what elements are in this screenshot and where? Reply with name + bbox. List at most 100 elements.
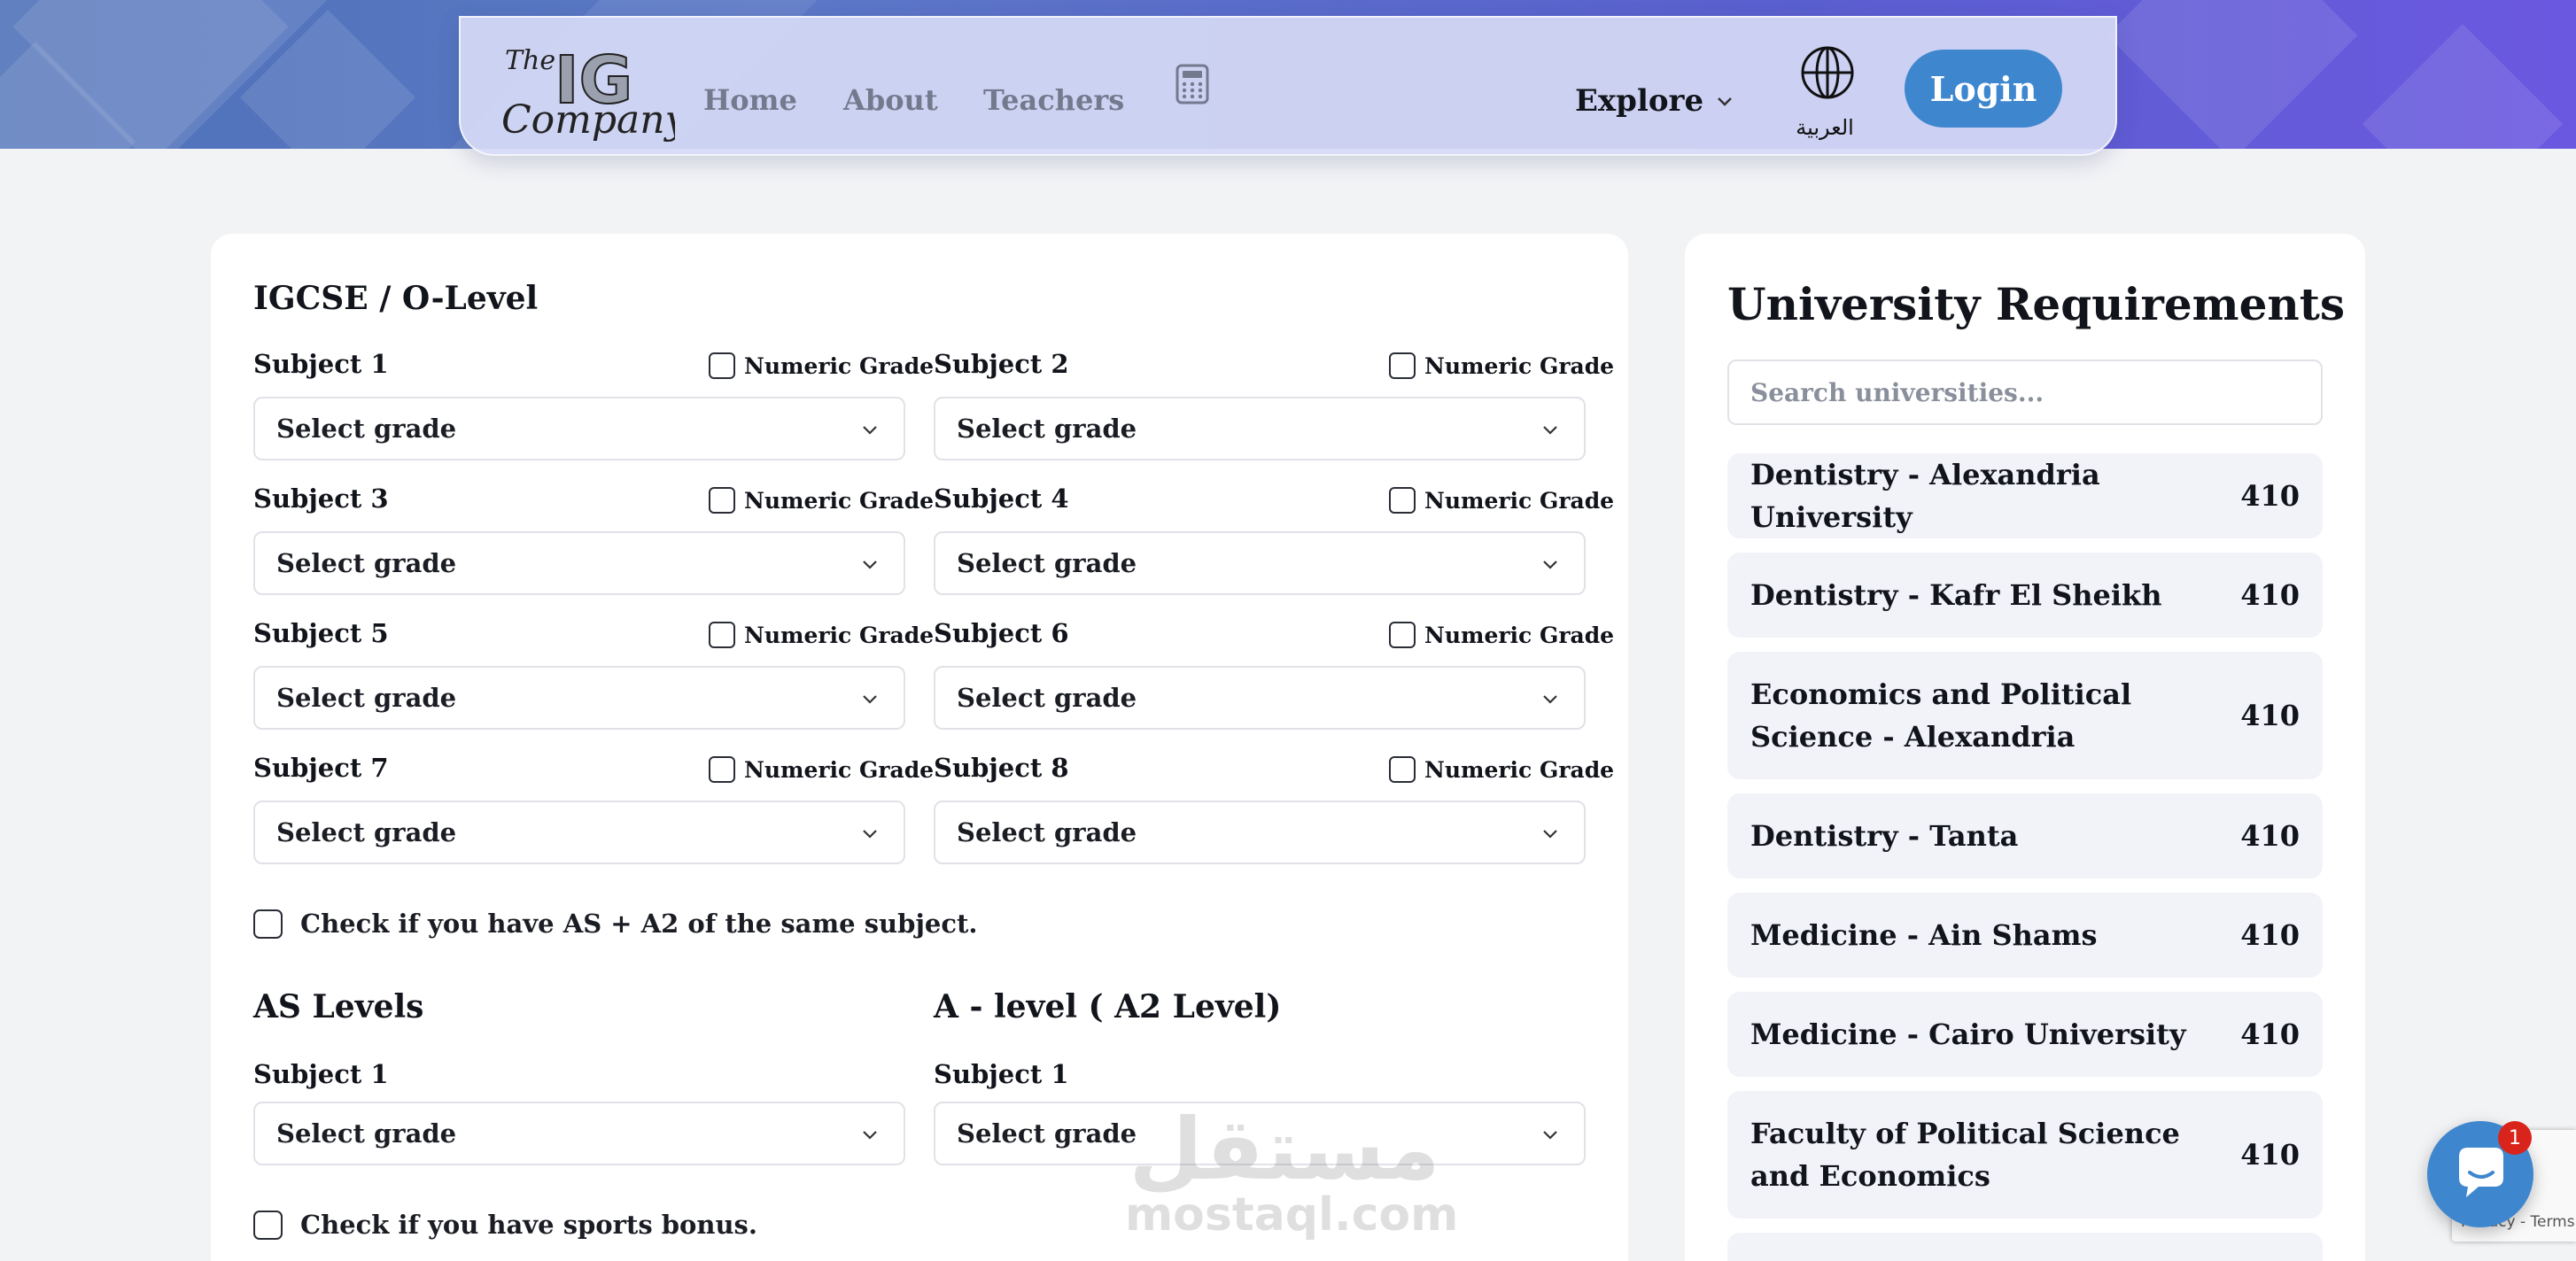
subject-7-label: Subject 7 xyxy=(253,753,389,783)
chevron-down-icon xyxy=(863,1131,877,1140)
subject-2-numeric-toggle[interactable]: Numeric Grade xyxy=(1389,352,1614,379)
select-placeholder: Select grade xyxy=(276,817,457,847)
a2-subject-1-label: Subject 1 xyxy=(934,1059,1069,1089)
chevron-down-icon xyxy=(863,695,877,704)
subject-8-numeric-toggle[interactable]: Numeric Grade xyxy=(1389,756,1614,783)
university-item[interactable]: Dentistry - Alexandria University 410 xyxy=(1727,453,2323,538)
subject-6-grade-select[interactable]: Select grade xyxy=(934,666,1586,730)
subject-5-grade-select[interactable]: Select grade xyxy=(253,666,905,730)
university-name: Dentistry - Kafr El Sheikh xyxy=(1750,578,2162,612)
checkbox[interactable] xyxy=(709,756,735,783)
subject-1-label: Subject 1 xyxy=(253,349,389,379)
checkbox[interactable] xyxy=(1389,487,1416,514)
subject-3-grade-select[interactable]: Select grade xyxy=(253,531,905,595)
language-switcher[interactable]: العربية xyxy=(1791,44,1858,140)
as-subject-1-grade-select[interactable]: Select grade xyxy=(253,1102,905,1165)
checkbox[interactable] xyxy=(709,622,735,648)
explore-label: Explore xyxy=(1575,83,1704,119)
select-placeholder: Select grade xyxy=(957,817,1137,847)
checkbox[interactable] xyxy=(1389,756,1416,783)
numeric-label: Numeric Grade xyxy=(1424,756,1615,783)
select-placeholder: Select grade xyxy=(957,683,1137,713)
watermark-arabic: مستقل xyxy=(1129,1100,1440,1199)
calculator-icon[interactable] xyxy=(1175,64,1210,104)
subject-7-grade-select[interactable]: Select grade xyxy=(253,801,905,864)
university-score: 410 xyxy=(2240,578,2300,612)
nav-link-teachers[interactable]: Teachers xyxy=(983,83,1124,117)
checkbox[interactable] xyxy=(709,487,735,514)
a-levels-title: A - level ( A2 Level) xyxy=(934,988,1282,1025)
university-item[interactable]: Medicine - Ain Shams 410 xyxy=(1727,893,2323,978)
university-item[interactable] xyxy=(1727,1233,2323,1261)
university-name: Faculty of Political Science and Economi… xyxy=(1750,1117,2180,1193)
subject-1-numeric-toggle[interactable]: Numeric Grade xyxy=(709,352,934,379)
nav-link-home[interactable]: Home xyxy=(703,83,797,117)
navbar: The IG Company Home About Teachers Explo… xyxy=(459,16,2117,156)
as-levels-title: AS Levels xyxy=(253,988,424,1025)
sports-bonus-label: Check if you have sports bonus. xyxy=(300,1210,757,1240)
subject-8-grade-select[interactable]: Select grade xyxy=(934,801,1586,864)
igcse-title: IGCSE / O-Level xyxy=(253,280,539,317)
logo-line2: Company xyxy=(501,97,675,143)
select-placeholder: Select grade xyxy=(957,548,1137,578)
university-score: 410 xyxy=(2240,1138,2300,1172)
numeric-label: Numeric Grade xyxy=(1424,352,1615,379)
university-score: 410 xyxy=(2240,699,2300,732)
chevron-down-icon xyxy=(1718,97,1732,106)
subject-4-grade-select[interactable]: Select grade xyxy=(934,531,1586,595)
checkbox[interactable] xyxy=(1389,622,1416,648)
numeric-label: Numeric Grade xyxy=(744,352,935,379)
university-name: Medicine - Cairo University xyxy=(1750,1017,2186,1051)
subject-4-numeric-toggle[interactable]: Numeric Grade xyxy=(1389,487,1614,514)
university-score: 410 xyxy=(2240,819,2300,853)
university-search-input[interactable] xyxy=(1727,360,2323,425)
university-requirements-card: University Requirements Dentistry - Alex… xyxy=(1685,234,2365,1261)
checkbox[interactable] xyxy=(709,352,735,379)
university-name: Dentistry - Tanta xyxy=(1750,819,2019,853)
university-name: Economics and Political Science - Alexan… xyxy=(1750,677,2132,754)
university-item[interactable]: Dentistry - Tanta 410 xyxy=(1727,793,2323,878)
same-subject-checkbox-row[interactable]: Check if you have AS + A2 of the same su… xyxy=(253,909,977,939)
sports-bonus-checkbox-row[interactable]: Check if you have sports bonus. xyxy=(253,1210,757,1240)
sports-bonus-checkbox[interactable] xyxy=(253,1210,283,1240)
as-subject-1-label: Subject 1 xyxy=(253,1059,389,1089)
numeric-label: Numeric Grade xyxy=(744,487,935,514)
subject-6-numeric-toggle[interactable]: Numeric Grade xyxy=(1389,622,1614,648)
login-button[interactable]: Login xyxy=(1905,50,2062,128)
subject-3-numeric-toggle[interactable]: Numeric Grade xyxy=(709,487,934,514)
university-item[interactable]: Medicine - Cairo University 410 xyxy=(1727,992,2323,1077)
same-subject-checkbox[interactable] xyxy=(253,909,283,939)
subject-1-grade-select[interactable]: Select grade xyxy=(253,397,905,460)
chevron-down-icon xyxy=(1543,426,1557,435)
watermark: مستقل mostaql.com xyxy=(1125,1100,1459,1242)
watermark-latin: mostaql.com xyxy=(1125,1188,1459,1242)
numeric-label: Numeric Grade xyxy=(1424,622,1615,648)
select-placeholder: Select grade xyxy=(957,1118,1137,1149)
subject-3-label: Subject 3 xyxy=(253,484,389,514)
select-placeholder: Select grade xyxy=(957,414,1137,444)
subject-4-label: Subject 4 xyxy=(934,484,1069,514)
nav-link-about[interactable]: About xyxy=(843,83,938,117)
university-item[interactable]: Dentistry - Kafr El Sheikh 410 xyxy=(1727,553,2323,638)
numeric-label: Numeric Grade xyxy=(744,622,935,648)
subject-6-label: Subject 6 xyxy=(934,618,1069,648)
chat-notification-badge: 1 xyxy=(2498,1121,2532,1155)
chevron-down-icon xyxy=(1543,830,1557,839)
logo-line1: The xyxy=(505,45,555,76)
checkbox[interactable] xyxy=(1389,352,1416,379)
chevron-down-icon xyxy=(863,561,877,569)
university-item[interactable]: Economics and Political Science - Alexan… xyxy=(1727,652,2323,779)
subject-8-label: Subject 8 xyxy=(934,753,1069,783)
chevron-down-icon xyxy=(1543,1131,1557,1140)
company-logo[interactable]: The IG Company xyxy=(498,34,688,145)
subject-5-numeric-toggle[interactable]: Numeric Grade xyxy=(709,622,934,648)
numeric-label: Numeric Grade xyxy=(1424,487,1615,514)
chevron-down-icon xyxy=(863,830,877,839)
subject-7-numeric-toggle[interactable]: Numeric Grade xyxy=(709,756,934,783)
university-score: 410 xyxy=(2240,918,2300,952)
select-placeholder: Select grade xyxy=(276,414,457,444)
explore-dropdown[interactable]: Explore xyxy=(1575,83,1734,119)
select-placeholder: Select grade xyxy=(276,683,457,713)
subject-2-grade-select[interactable]: Select grade xyxy=(934,397,1586,460)
university-item[interactable]: Faculty of Political Science and Economi… xyxy=(1727,1091,2323,1218)
